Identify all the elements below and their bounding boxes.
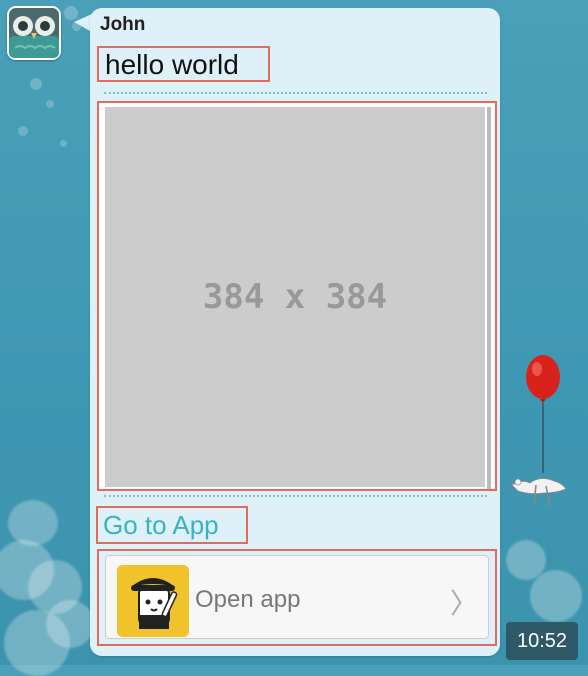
app-mascot-icon: [117, 565, 189, 637]
open-app-label: Open app: [195, 586, 301, 613]
owl-avatar-icon: [9, 8, 59, 58]
text-message: hello world: [97, 46, 270, 82]
message-time: 10:52: [506, 622, 578, 660]
divider: [104, 92, 487, 94]
image-placeholder[interactable]: 384 x 384: [105, 107, 485, 487]
app-link-container: Open app 〉: [97, 549, 497, 646]
chevron-right-icon: 〉: [449, 588, 478, 619]
balloon-goose-icon: [512, 355, 567, 508]
sender-avatar[interactable]: [7, 6, 61, 60]
go-to-app-link[interactable]: Go to App: [96, 506, 248, 544]
image-message[interactable]: 384 x 384: [97, 101, 497, 491]
open-app-button[interactable]: Open app 〉: [105, 555, 489, 639]
sender-name: John: [100, 14, 146, 35]
divider: [104, 495, 487, 497]
image-edge: [487, 107, 491, 489]
